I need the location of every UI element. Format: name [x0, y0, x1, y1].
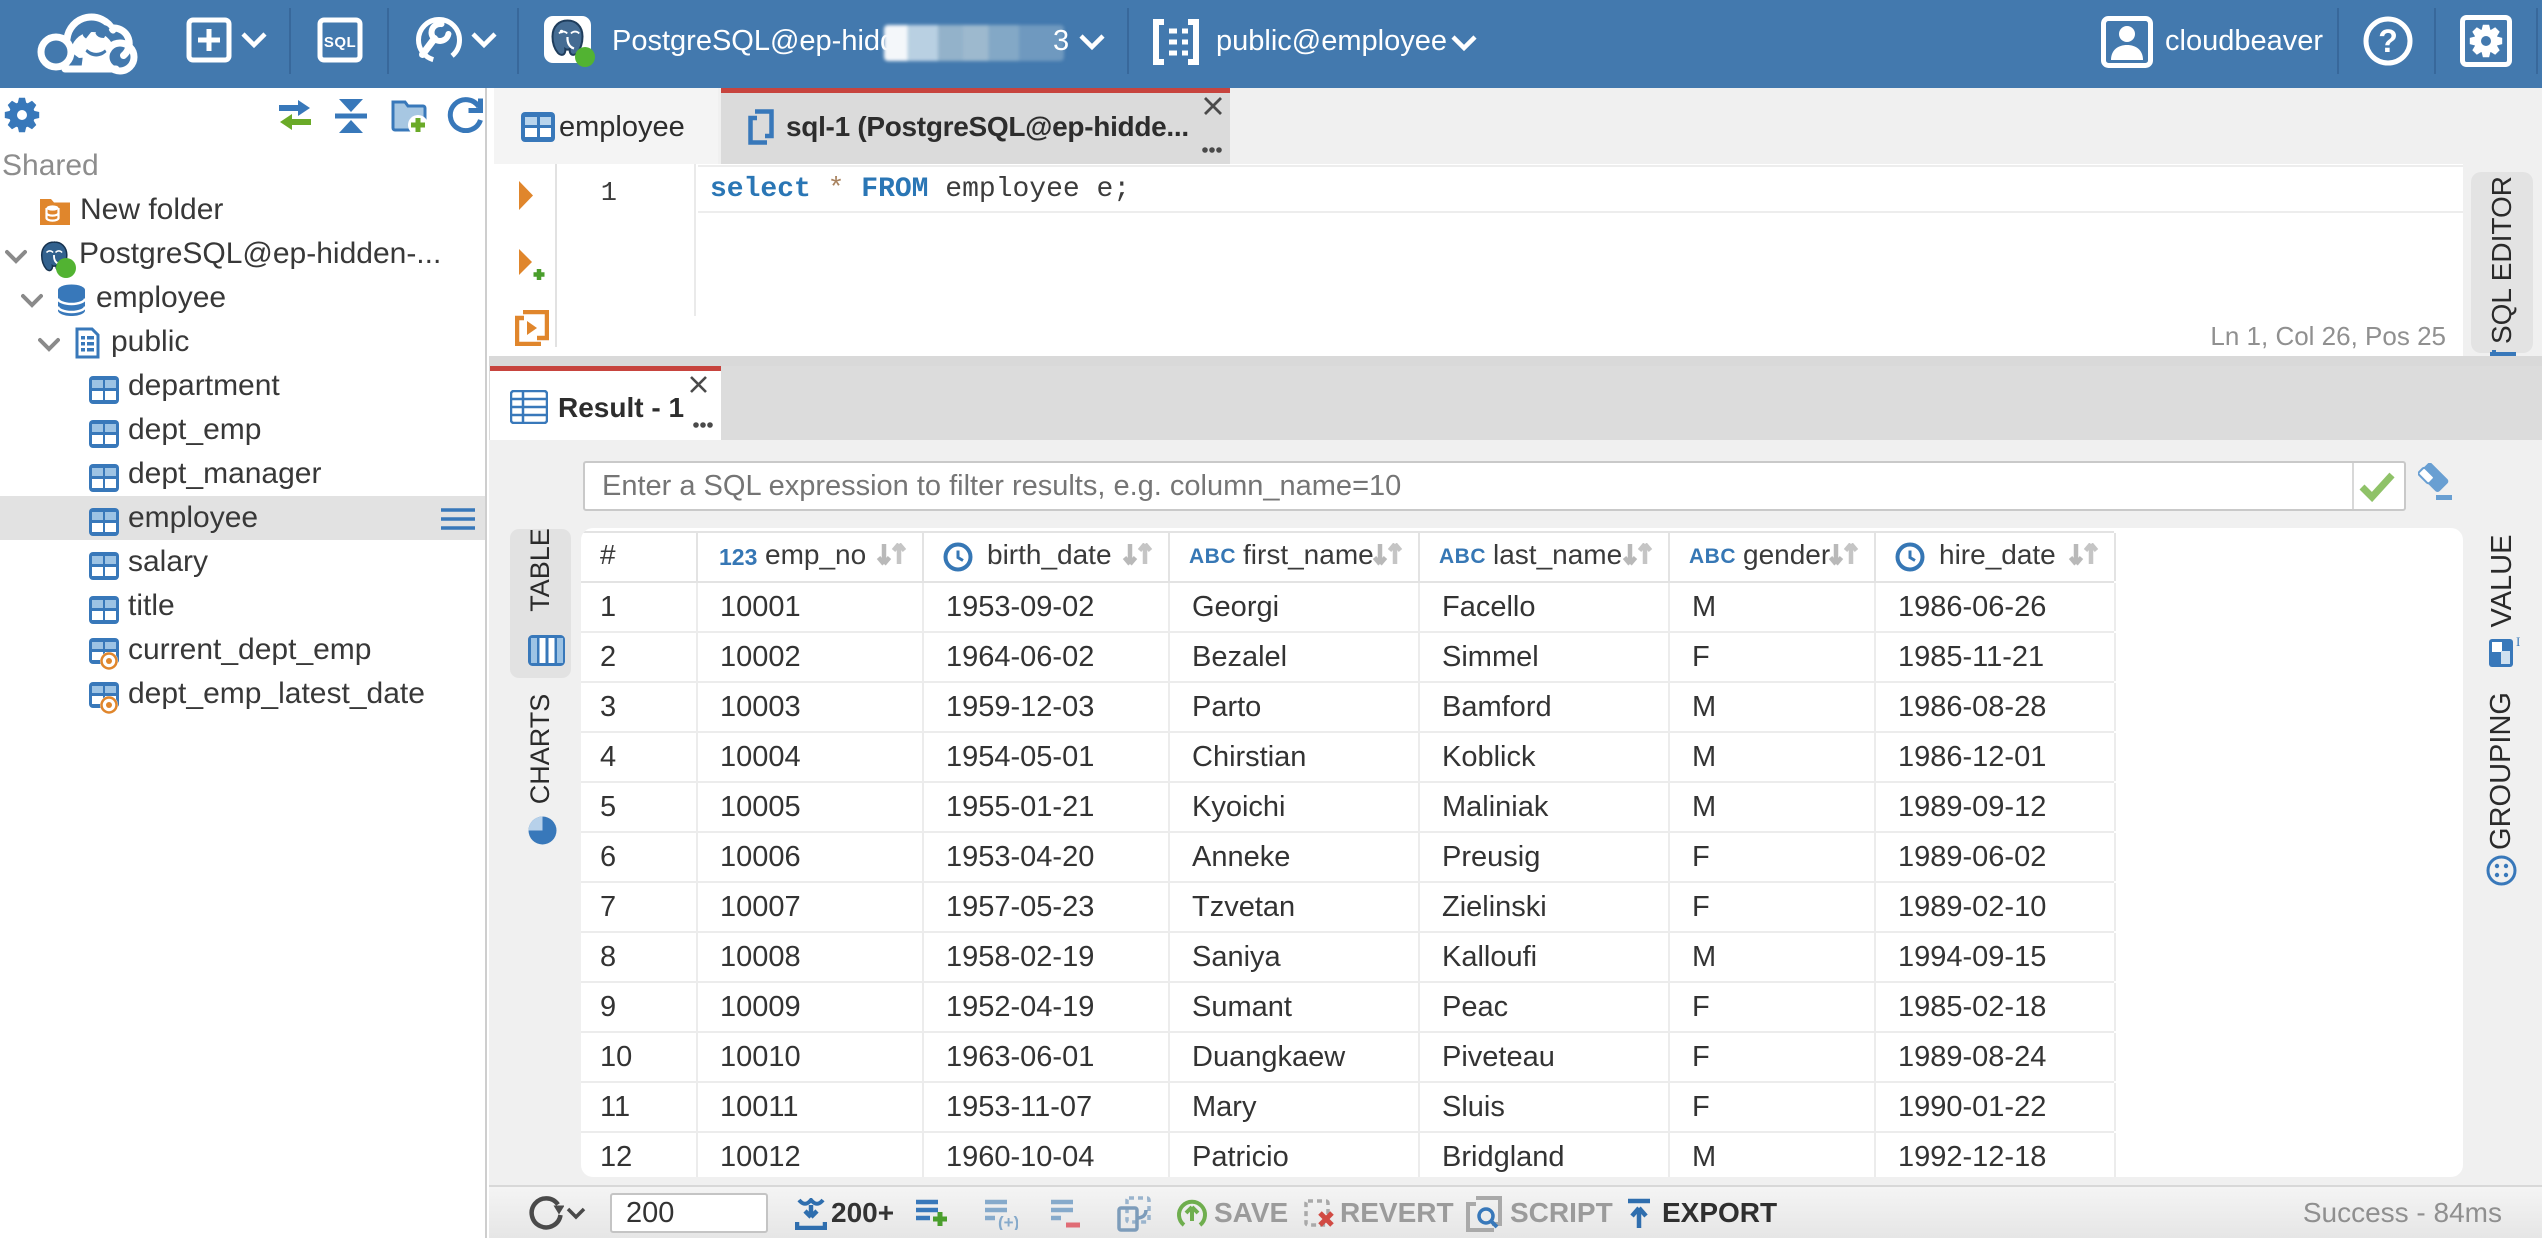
svg-text:I: I [2516, 635, 2520, 649]
svg-text:?: ? [2378, 23, 2398, 59]
svg-text:(+): (+) [998, 1213, 1018, 1230]
svg-text:SQL: SQL [324, 34, 356, 51]
